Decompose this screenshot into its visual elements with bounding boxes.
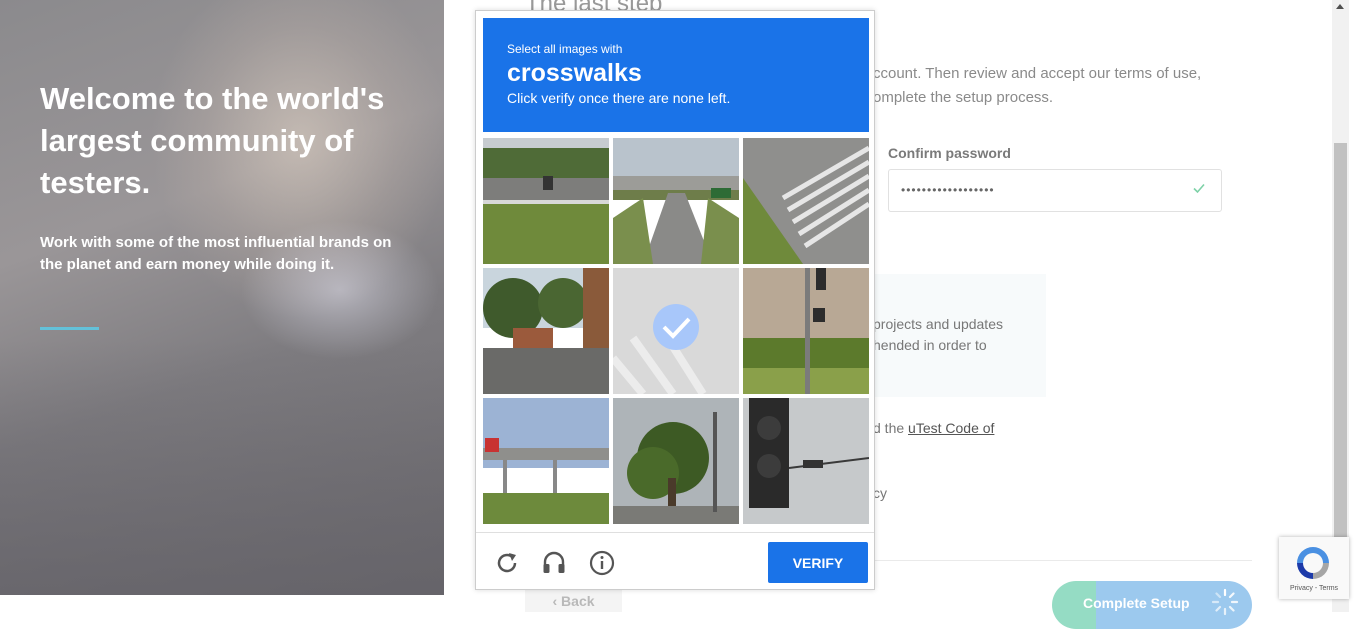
captcha-image-grid bbox=[483, 138, 869, 524]
captcha-tile-3[interactable] bbox=[743, 138, 869, 264]
terms-prefix: d the bbox=[873, 420, 909, 436]
scroll-up-arrow-icon[interactable] bbox=[1336, 4, 1344, 9]
captcha-tile-4[interactable] bbox=[483, 268, 609, 394]
hero-accent-line bbox=[40, 327, 99, 330]
captcha-tile-1[interactable] bbox=[483, 138, 609, 264]
back-label: Back bbox=[561, 593, 595, 609]
captcha-tile-8[interactable] bbox=[613, 398, 739, 524]
captcha-footer-divider bbox=[476, 532, 874, 533]
audio-icon[interactable] bbox=[541, 550, 567, 576]
hero-subtitle: Work with some of the most influential b… bbox=[40, 234, 392, 273]
privacy-text: cy bbox=[873, 485, 887, 501]
spinner-icon bbox=[1211, 588, 1239, 616]
hero-title: Welcome to the world's largest community… bbox=[40, 81, 385, 200]
captcha-hint: Click verify once there are none left. bbox=[507, 90, 731, 106]
check-icon bbox=[1193, 183, 1205, 194]
hero-panel: Welcome to the world's largest community… bbox=[0, 0, 444, 595]
reload-icon[interactable] bbox=[494, 550, 520, 576]
captcha-tile-5[interactable] bbox=[613, 268, 739, 394]
captcha-tile-7[interactable] bbox=[483, 398, 609, 524]
captcha-target: crosswalks bbox=[507, 59, 642, 87]
captcha-instruction: Select all images with bbox=[507, 42, 623, 56]
scrollbar-thumb[interactable] bbox=[1334, 143, 1347, 538]
confirm-password-field[interactable]: •••••••••••••••••• bbox=[888, 169, 1222, 212]
recaptcha-badge[interactable]: Privacy - Terms bbox=[1279, 537, 1349, 599]
recaptcha-links[interactable]: Privacy - Terms bbox=[1279, 585, 1349, 592]
captcha-tile-2[interactable] bbox=[613, 138, 739, 264]
captcha-dialog: Select all images with crosswalks Click … bbox=[475, 10, 875, 590]
hero-shade bbox=[0, 340, 444, 595]
verify-button[interactable]: VERIFY bbox=[768, 542, 868, 583]
info-icon[interactable] bbox=[589, 550, 615, 576]
form-description: ccount. Then review and accept our terms… bbox=[873, 65, 1202, 106]
chevron-left-icon: ‹ bbox=[552, 593, 562, 609]
confirm-password-label: Confirm password bbox=[888, 145, 1011, 161]
back-button[interactable]: ‹ Back bbox=[525, 590, 622, 612]
terms-text: d the uTest Code of bbox=[873, 420, 994, 436]
info-text: projects and updates hended in order to bbox=[873, 316, 1003, 353]
recaptcha-logo-icon bbox=[1297, 547, 1329, 579]
captcha-header: Select all images with crosswalks Click … bbox=[483, 18, 869, 132]
captcha-tile-6[interactable] bbox=[743, 268, 869, 394]
terms-link[interactable]: uTest Code of bbox=[908, 420, 994, 436]
captcha-tile-9[interactable] bbox=[743, 398, 869, 524]
